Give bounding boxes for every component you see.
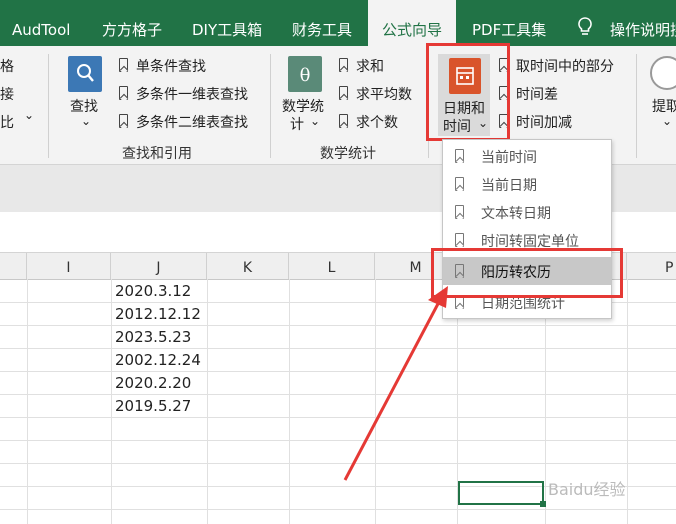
annotation-arrow bbox=[343, 286, 448, 481]
watermark: Baidu经验 bbox=[548, 480, 626, 499]
